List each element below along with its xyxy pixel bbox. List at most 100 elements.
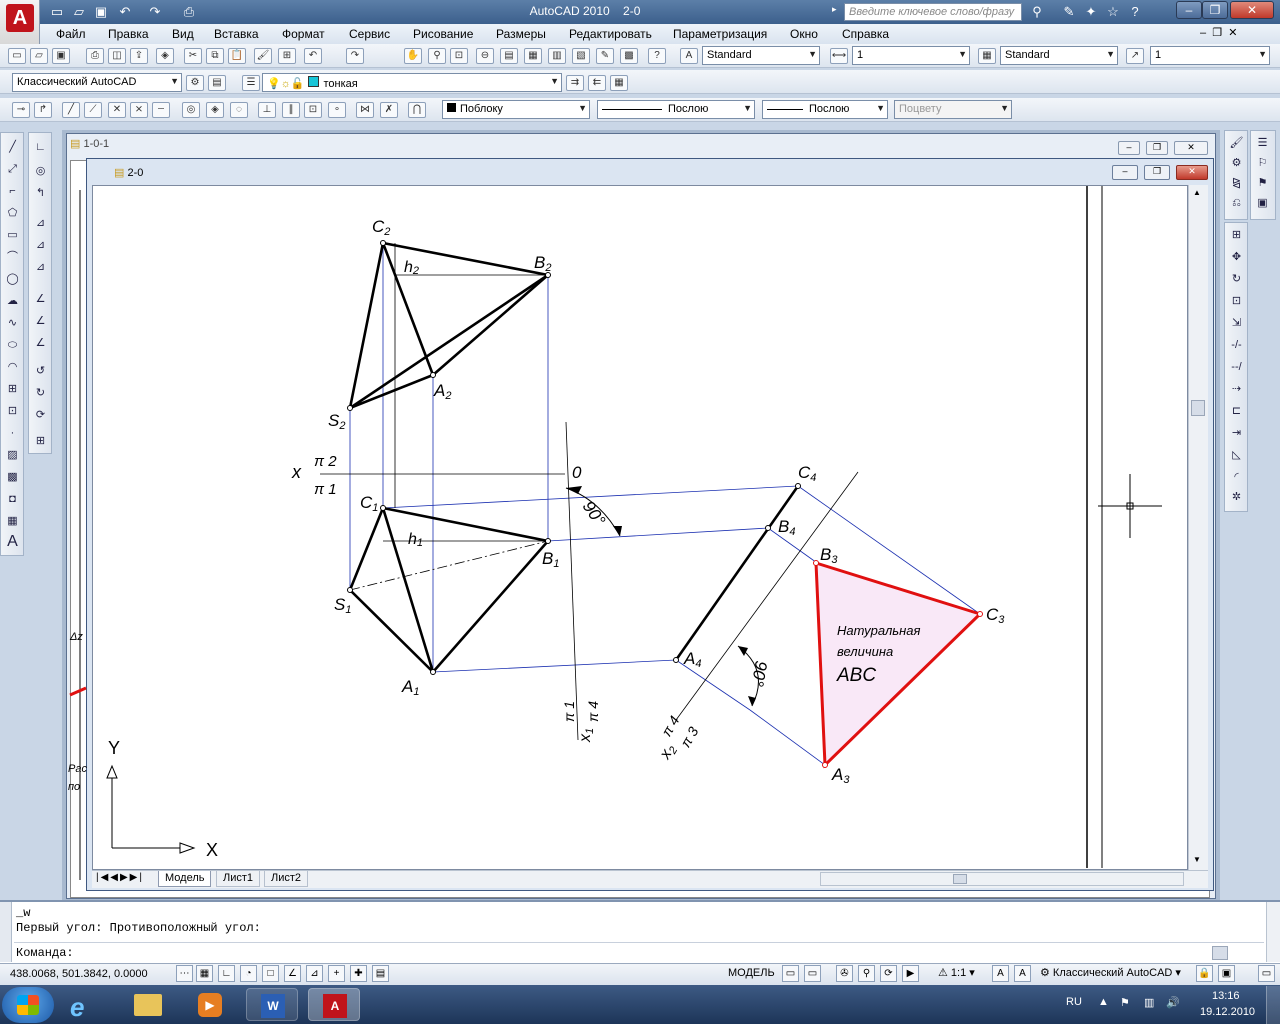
command-hscroll-thumb[interactable]: [1212, 946, 1228, 960]
label-b4-sub: 4: [789, 526, 795, 538]
clock-time[interactable]: 13:16: [1212, 990, 1240, 1002]
svg-text:B4: B4: [778, 517, 795, 538]
label-x2-pi3: π 3: [677, 724, 701, 750]
svg-text:C4: C4: [798, 463, 816, 484]
label-c1: C: [360, 493, 373, 512]
taskbar-explorer[interactable]: [122, 988, 174, 1021]
label-angle-90-2: 90°: [748, 659, 771, 688]
svg-text:x1: x1: [577, 728, 596, 743]
label-s2: S: [328, 411, 340, 430]
label-pi2: π 2: [314, 453, 337, 470]
command-history-2: Первый угол: Противоположный угол:: [16, 921, 261, 935]
natural-size-label-1: Натуральная: [837, 623, 921, 638]
label-c4-sub: 4: [810, 472, 816, 484]
workspace-switch[interactable]: ⚙ Классический AutoCAD ▾: [1040, 966, 1181, 979]
zoom-icon[interactable]: ⚲: [858, 965, 875, 982]
svg-text:B1: B1: [542, 549, 559, 570]
auto-scale-icon[interactable]: A: [1014, 965, 1031, 982]
windows-logo-icon: [17, 995, 39, 1015]
orbit-icon[interactable]: ⟳: [880, 965, 897, 982]
command-prompt[interactable]: Команда:: [16, 946, 74, 960]
taskbar-autocad[interactable]: A: [308, 988, 360, 1021]
action-center-icon[interactable]: ⚑: [1120, 996, 1130, 1009]
label-a1-sub: 1: [413, 686, 419, 698]
showmotion-icon[interactable]: ▶: [902, 965, 919, 982]
label-c2-sub: 2: [383, 226, 390, 238]
label-c1-sub: 1: [372, 502, 378, 514]
svg-text:h2: h2: [404, 259, 419, 277]
label-h1: h: [408, 531, 417, 548]
steering-wheel-icon[interactable]: ✇: [836, 965, 853, 982]
ortho-mode-icon[interactable]: ∟: [218, 965, 235, 982]
command-history-1: _w: [16, 906, 31, 920]
svg-text:A2: A2: [433, 381, 451, 402]
media-player-icon: ▶: [198, 993, 222, 1017]
taskbar-word[interactable]: W: [246, 988, 298, 1021]
annotation-visibility-icon[interactable]: A: [992, 965, 1009, 982]
label-c3-sub: 3: [998, 614, 1005, 626]
label-b3: B: [820, 545, 831, 564]
otrack-icon[interactable]: ∠: [284, 965, 301, 982]
volume-icon[interactable]: 🔊: [1166, 996, 1180, 1009]
command-divider: [14, 942, 1264, 943]
label-h1-sub: 1: [417, 537, 423, 549]
svg-text:A3: A3: [831, 765, 850, 786]
natural-size-triangle: [814, 560, 983, 769]
dynamic-input-icon[interactable]: +: [328, 965, 345, 982]
polar-tracking-icon[interactable]: ◔: [240, 965, 257, 982]
label-s1: S: [334, 595, 346, 614]
label-x-axis: x: [291, 462, 302, 482]
ducs-icon[interactable]: ⊿: [306, 965, 323, 982]
label-origin: 0: [572, 463, 582, 482]
coordinates-display[interactable]: 438.0068, 501.3842, 0.0000: [10, 968, 148, 980]
natural-size-label-2: величина: [837, 644, 893, 659]
label-b4: B: [778, 517, 789, 536]
language-indicator[interactable]: RU: [1066, 996, 1082, 1008]
label-x1-pi1: π 1: [561, 701, 577, 722]
internet-explorer-icon: e: [70, 992, 85, 1022]
svg-text:C1: C1: [360, 493, 378, 514]
label-c2: C: [372, 217, 385, 236]
object-snap-icon[interactable]: □: [262, 965, 279, 982]
label-b2: B: [534, 253, 545, 272]
clock-date[interactable]: 19.12.2010: [1200, 1006, 1255, 1018]
start-button[interactable]: [2, 987, 54, 1023]
model-space-toggle[interactable]: МОДЕЛЬ: [728, 967, 775, 979]
lineweight-icon[interactable]: ✚: [350, 965, 367, 982]
back-text-1: Δz: [69, 631, 83, 643]
back-text-3: по: [68, 781, 80, 793]
hardware-acceleration-icon[interactable]: ▣: [1218, 965, 1235, 982]
show-desktop-button[interactable]: [1266, 986, 1280, 1024]
label-pi1: π 1: [314, 481, 337, 498]
label-a2-sub: 2: [444, 390, 451, 402]
label-a2: A: [433, 381, 445, 400]
label-b2-sub: 2: [544, 262, 551, 274]
autocad-icon: A: [323, 994, 347, 1018]
command-scrollbar[interactable]: [1266, 902, 1280, 962]
quick-properties-icon[interactable]: ▤: [372, 965, 389, 982]
label-a4: A: [683, 649, 695, 668]
toolbar-lock-icon[interactable]: 🔒: [1196, 965, 1213, 982]
snap-mode-icon[interactable]: ⋯: [176, 965, 193, 982]
annotation-scale[interactable]: ⚠ 1:1 ▾: [938, 966, 975, 979]
label-h2-sub: 2: [412, 265, 419, 277]
label-a1: A: [401, 677, 413, 696]
back-text-2: Рас: [68, 763, 87, 775]
label-x1-sub: 1: [584, 728, 596, 734]
label-c4: C: [798, 463, 811, 482]
grid-mode-icon[interactable]: ▦: [196, 965, 213, 982]
clean-screen-icon[interactable]: ▭: [1258, 965, 1275, 982]
tray-show-hidden-icon[interactable]: ▲: [1098, 996, 1109, 1008]
quick-view-layouts-icon[interactable]: ▭: [782, 965, 799, 982]
svg-text:B2: B2: [534, 253, 551, 274]
taskbar-ie[interactable]: e: [58, 988, 110, 1022]
natural-size-label-3: ABC: [836, 665, 876, 686]
ucs-x-label: X: [206, 840, 218, 860]
svg-text:x2: x2: [656, 741, 680, 764]
taskbar-media[interactable]: ▶: [184, 988, 236, 1021]
quick-view-drawings-icon[interactable]: ▭: [804, 965, 821, 982]
command-grip[interactable]: [0, 902, 12, 962]
svg-text:A1: A1: [401, 677, 419, 698]
label-x1-pi4: π 4: [585, 701, 601, 722]
network-icon[interactable]: ▥: [1144, 996, 1154, 1009]
